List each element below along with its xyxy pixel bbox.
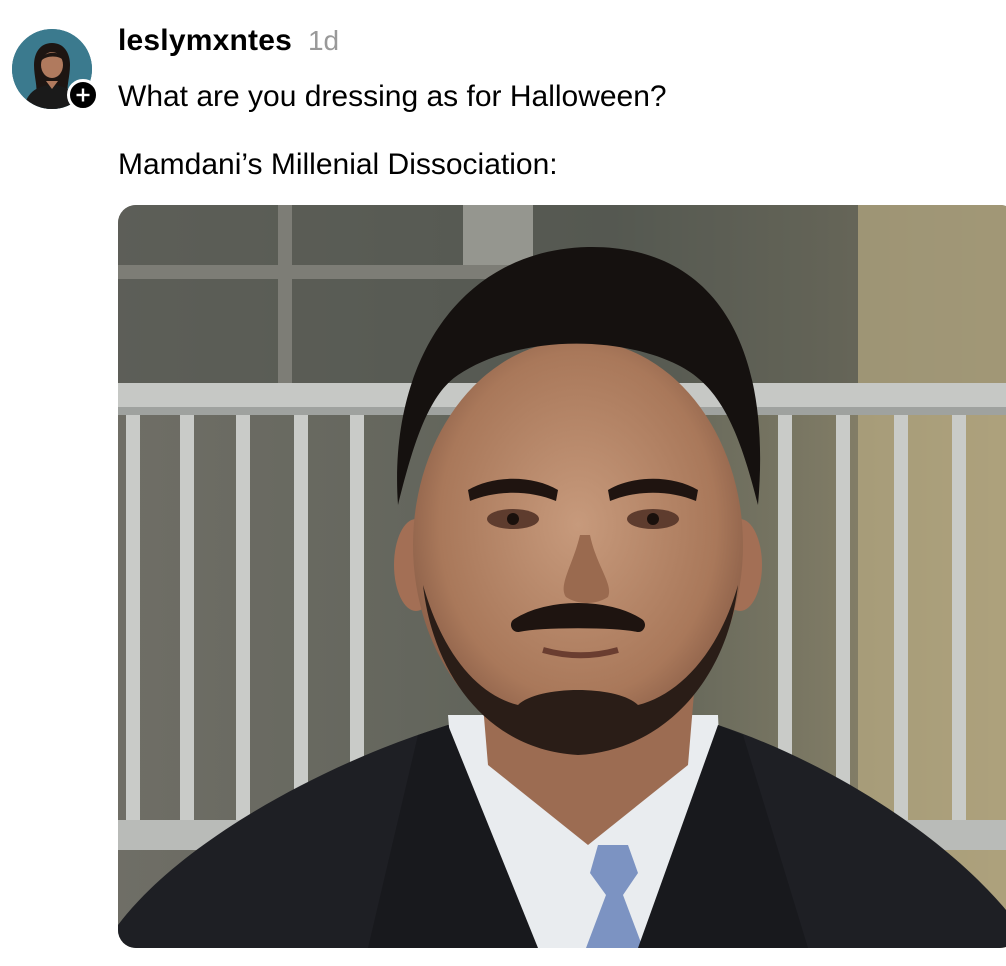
post-text-line-2: Mamdani’s Millenial Dissociation:	[118, 148, 558, 181]
avatar-container	[12, 29, 99, 111]
post-timestamp[interactable]: 1d	[308, 25, 339, 57]
photo-man-in-suit	[118, 205, 1006, 948]
thread-post: leslymxntes 1d What are you dressing as …	[0, 0, 1006, 966]
username-link[interactable]: leslymxntes	[118, 24, 292, 58]
post-header: leslymxntes 1d	[118, 24, 339, 58]
plus-icon	[76, 88, 90, 102]
post-text-line-1: What are you dressing as for Halloween?	[118, 80, 667, 113]
follow-button[interactable]	[67, 79, 99, 111]
post-image[interactable]	[118, 205, 1006, 948]
